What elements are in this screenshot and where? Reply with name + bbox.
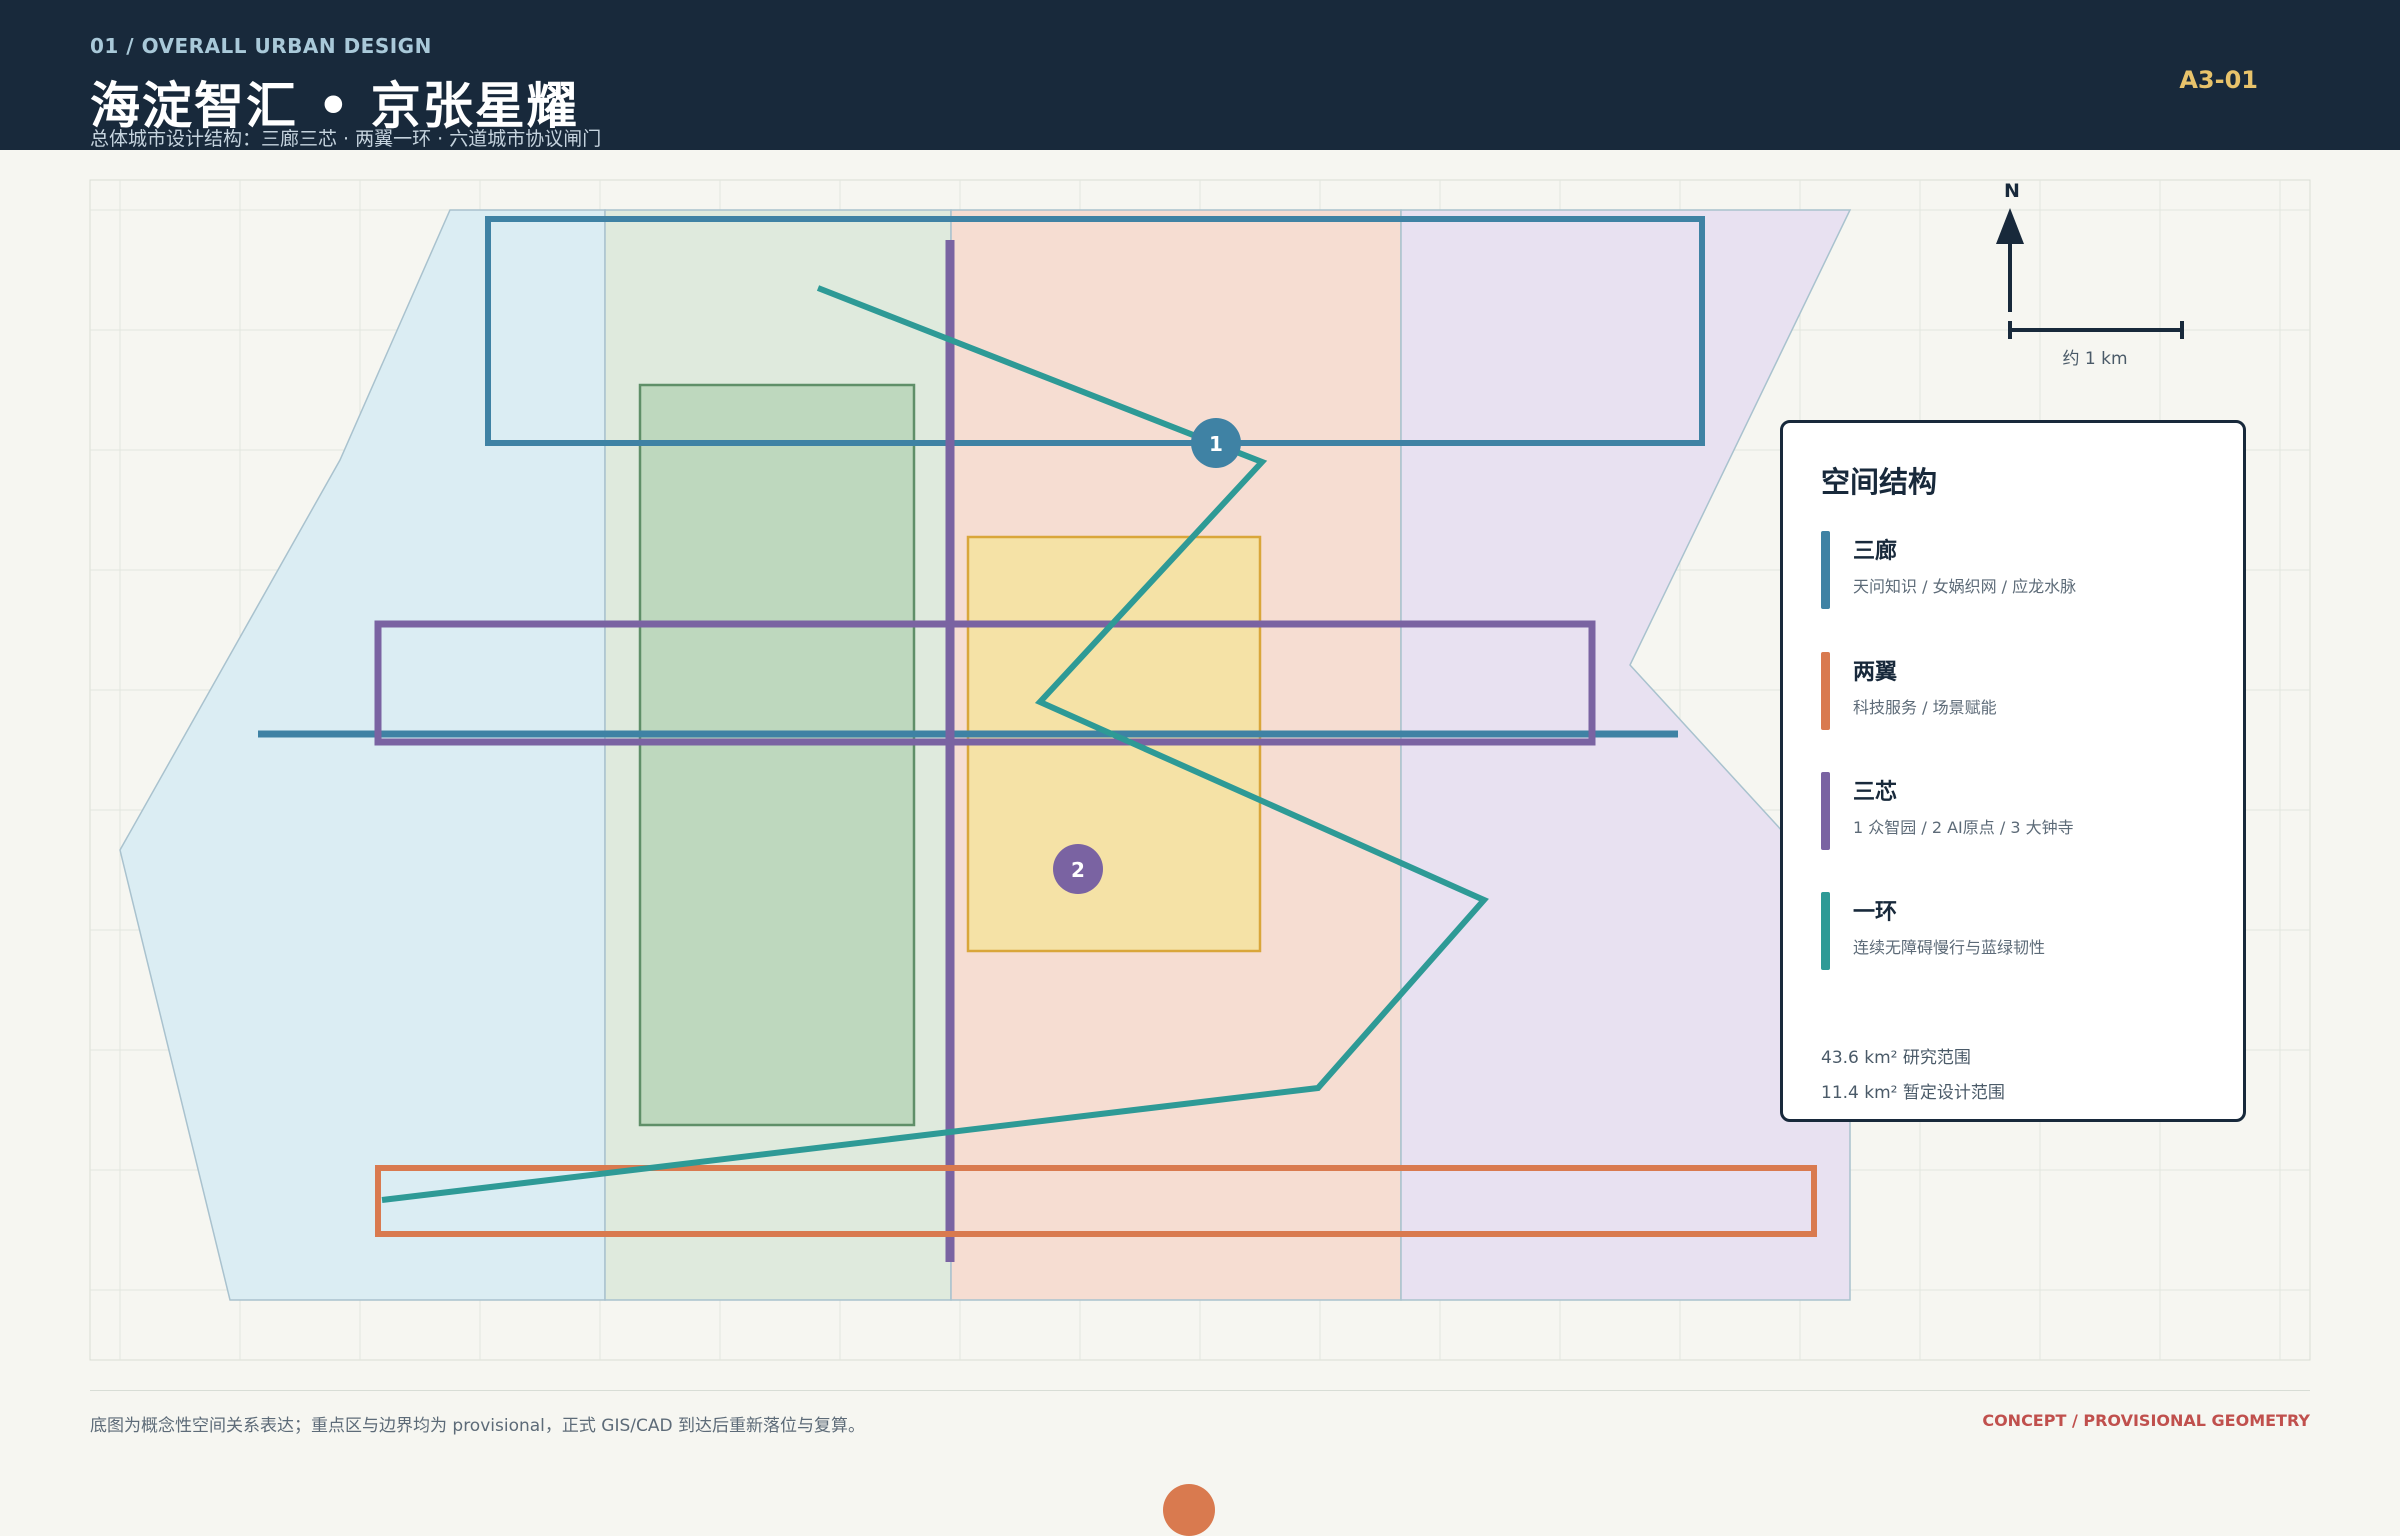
legend-item-ring[interactable]: 一环 连续无障碍慢行与蓝绿韧性: [1821, 892, 2221, 972]
legend-item-desc: 科技服务 / 场景赋能: [1853, 698, 1997, 717]
page-indicator-dot[interactable]: [1163, 1484, 1215, 1536]
legend-panel: 空间结构 三廊 天问知识 / 女娲织网 / 应龙水脉 两翼 科技服务 / 场景赋…: [1780, 420, 2246, 1122]
footer-divider: [90, 1390, 2310, 1391]
legend-swatch: [1821, 892, 1830, 970]
footer-tag: CONCEPT / PROVISIONAL GEOMETRY: [1982, 1411, 2310, 1430]
marker-2[interactable]: 2: [1053, 844, 1103, 894]
legend-swatch: [1821, 531, 1830, 609]
zone-west: [119, 209, 606, 1301]
legend-item-desc: 天问知识 / 女娲织网 / 应龙水脉: [1853, 577, 2077, 596]
scale-label: 约 1 km: [2062, 349, 2128, 369]
legend-title: 空间结构: [1821, 465, 1938, 499]
legend-stat-study-area: 43.6 km² 研究范围: [1821, 1048, 1971, 1068]
legend-item-name: 两翼: [1853, 660, 1898, 685]
scale-bar: [2008, 321, 2184, 339]
legend-swatch: [1821, 772, 1830, 850]
legend-swatch: [1821, 652, 1830, 730]
north-label: N: [2004, 180, 2020, 202]
footer-note: 底图为概念性空间关系表达；重点区与边界均为 provisional，正式 GIS…: [90, 1416, 865, 1436]
park-block: [638, 383, 916, 1127]
legend-item-wings[interactable]: 两翼 科技服务 / 场景赋能: [1821, 652, 2221, 732]
legend-item-desc: 连续无障碍慢行与蓝绿韧性: [1853, 938, 2046, 957]
marker-1-label: 1: [1209, 432, 1223, 456]
legend-item-name: 一环: [1853, 900, 1898, 925]
legend-stat-design-area: 11.4 km² 暂定设计范围: [1821, 1083, 2005, 1103]
marker-2-label: 2: [1071, 858, 1085, 882]
legend-item-name: 三芯: [1853, 780, 1898, 805]
legend-item-cores[interactable]: 三芯 1 众智园 / 2 AI原点 / 3 大钟寺: [1821, 772, 2221, 852]
legend-item-desc: 1 众智园 / 2 AI原点 / 3 大钟寺: [1853, 818, 2074, 837]
north-arrow-icon: [1996, 208, 2024, 312]
legend-item-corridors[interactable]: 三廊 天问知识 / 女娲织网 / 应龙水脉: [1821, 531, 2221, 611]
marker-1[interactable]: 1: [1191, 418, 1241, 468]
legend-item-name: 三廊: [1853, 539, 1898, 564]
